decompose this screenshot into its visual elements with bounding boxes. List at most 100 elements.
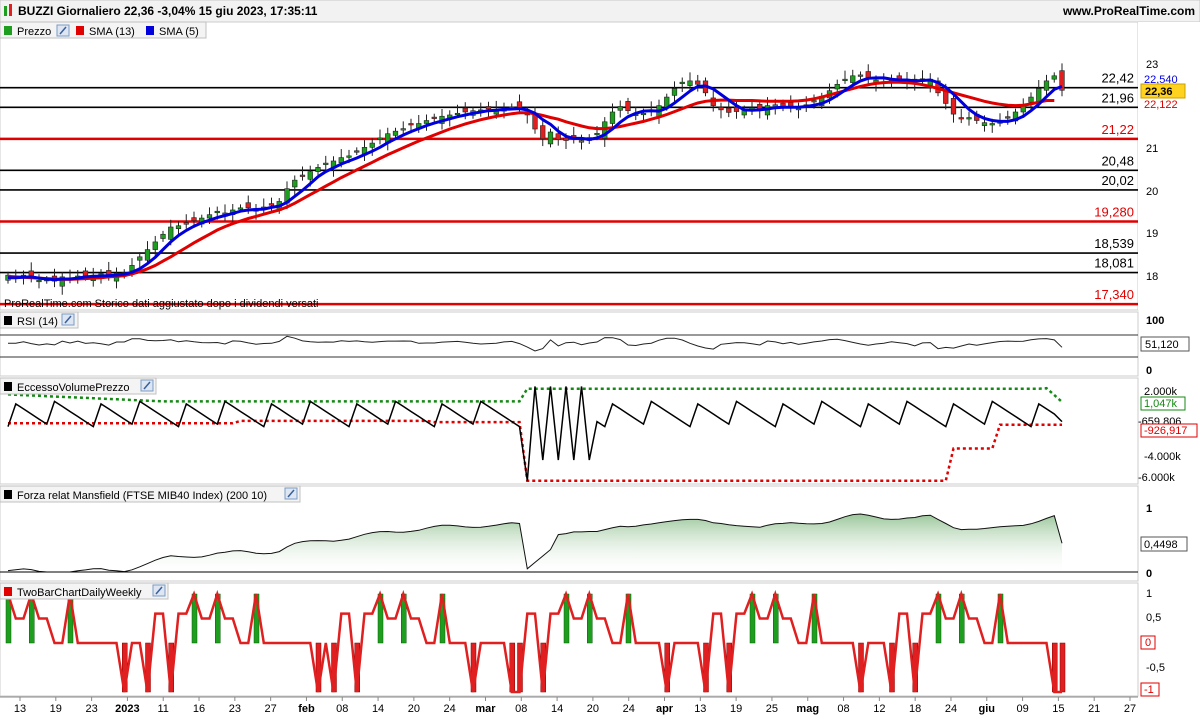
site-name: www.ProRealTime.com	[1062, 4, 1195, 18]
candle-body	[354, 150, 360, 153]
legend-sma13: SMA (13)	[89, 26, 135, 38]
candle-body	[1043, 80, 1050, 91]
candle-body	[292, 179, 298, 188]
x-tick-label: 08	[837, 703, 849, 715]
price-legend-swatch	[4, 26, 12, 35]
x-tick-label: feb	[298, 703, 315, 715]
x-tick-label: 20	[587, 703, 599, 715]
candle-body	[842, 78, 848, 81]
chart-canvas[interactable]: BUZZI Giornaliero 22,36 -3,04% 15 giu 20…	[0, 0, 1200, 720]
candle-body	[958, 117, 964, 120]
candle-body	[152, 241, 158, 250]
x-tick-label: 13	[694, 703, 706, 715]
x-tick-label: 14	[551, 703, 563, 715]
twobar-tick-minus0-5: -0,5	[1146, 662, 1165, 674]
wrench-icon[interactable]	[284, 487, 298, 500]
x-tick-label: 24	[444, 703, 456, 715]
twobar-panel: TwoBarChartDailyWeekly 1 0,5 0 -0,5 -1	[0, 582, 1165, 697]
evp-tick-minus4000k: -4.000k	[1144, 451, 1181, 463]
x-tick-label: apr	[656, 703, 674, 715]
candle-body	[237, 207, 244, 210]
price-tick-20: 20	[1146, 186, 1158, 198]
x-tick-label: giu	[979, 703, 996, 715]
mansfield-value-tag: 0,4498	[1144, 539, 1178, 551]
candle-body	[144, 249, 151, 261]
wrench-icon[interactable]	[61, 313, 75, 326]
candle-body	[555, 133, 561, 140]
evp-legend-swatch	[4, 382, 12, 391]
candle-body	[811, 100, 817, 103]
wrench-icon[interactable]	[140, 379, 154, 392]
x-tick-label: 18	[909, 703, 921, 715]
candle-body	[485, 106, 492, 110]
candle-body	[857, 74, 864, 77]
candle-body	[695, 80, 701, 85]
x-tick-label: 08	[336, 703, 348, 715]
twobar-tick-0-5: 0,5	[1146, 612, 1161, 624]
candle-body	[423, 120, 430, 124]
evp-title: EccessoVolumePrezzo	[17, 382, 130, 394]
dividend-note: ProRealTime.com Storico dati aggiustato …	[4, 298, 318, 310]
evp-panel: EccessoVolumePrezzo 2.000k -4.000k -6.00…	[0, 377, 1198, 485]
x-axis: 13 19 23 2023 11 16 23 27 feb 08 14 20 24 mar 08 14 20 24…	[0, 696, 1200, 720]
x-tick-label: mag	[796, 703, 819, 715]
candle-body	[369, 142, 375, 148]
candle-body	[206, 214, 213, 219]
wrench-icon[interactable]	[152, 584, 166, 597]
candle-body	[834, 84, 840, 90]
x-tick-label: 08	[515, 703, 527, 715]
level-label-5: 19,280	[1094, 204, 1134, 219]
x-tick-label: 21	[1088, 703, 1100, 715]
mansfield-title: Forza relat Mansfield (FTSE MIB40 Index)…	[17, 490, 267, 502]
candle-body	[245, 202, 251, 209]
level-label-7: 18,081	[1094, 256, 1134, 271]
candle-body	[540, 125, 546, 140]
x-tick-label: 25	[766, 703, 778, 715]
x-tick-label: 19	[730, 703, 742, 715]
candle-body	[989, 123, 995, 126]
sma5-legend-swatch	[146, 26, 154, 35]
candle-body	[950, 98, 957, 115]
candle-body	[392, 130, 399, 136]
evp-tick-2000k: 2.000k	[1144, 386, 1178, 398]
x-tick-label: 12	[873, 703, 885, 715]
candle-body	[175, 225, 182, 230]
candle-body	[454, 112, 461, 116]
candle-body	[400, 128, 406, 131]
candle-body	[640, 112, 647, 116]
twobar-bar	[1059, 642, 1066, 693]
chart-title: BUZZI Giornaliero 22,36 -3,04% 15 giu 20…	[18, 4, 318, 18]
x-tick-label: 11	[158, 703, 169, 715]
candle-body	[160, 233, 166, 239]
candle-body	[268, 203, 275, 206]
level-label-3: 20,48	[1101, 153, 1134, 168]
candle-body	[563, 137, 569, 141]
candle-body	[299, 174, 306, 177]
candle-body	[943, 90, 949, 104]
level-label-0: 22,42	[1101, 71, 1134, 86]
candle-body	[377, 137, 383, 140]
candle-body	[307, 171, 313, 180]
candle-body	[1005, 116, 1011, 119]
legend-price: Prezzo	[17, 26, 51, 38]
candle-body	[609, 111, 616, 124]
price-tick-19: 19	[1146, 228, 1158, 240]
candle-body	[214, 210, 220, 214]
twobar-zero-tag: 0	[1145, 637, 1151, 649]
x-tick-label: 19	[50, 703, 62, 715]
candle-body	[594, 132, 600, 136]
candle-body	[547, 131, 554, 145]
x-tick-label: 23	[229, 703, 241, 715]
twobar-title: TwoBarChartDailyWeekly	[17, 587, 142, 599]
level-label-4: 20,02	[1101, 173, 1134, 188]
evp-tick-minus6000k: -6.000k	[1138, 472, 1175, 484]
candle-body	[315, 167, 321, 172]
evp-lower-tag: -926,917	[1144, 425, 1187, 437]
price-axis: 23 21 20 19 18 22,540 22,36 22,122	[1138, 22, 1200, 310]
x-tick-label: 27	[265, 703, 277, 715]
candle-body	[671, 88, 678, 96]
candle-body	[191, 217, 197, 221]
wrench-icon[interactable]	[56, 24, 70, 37]
price-tick-18: 18	[1146, 271, 1158, 283]
rsi-legend-swatch	[4, 316, 12, 325]
